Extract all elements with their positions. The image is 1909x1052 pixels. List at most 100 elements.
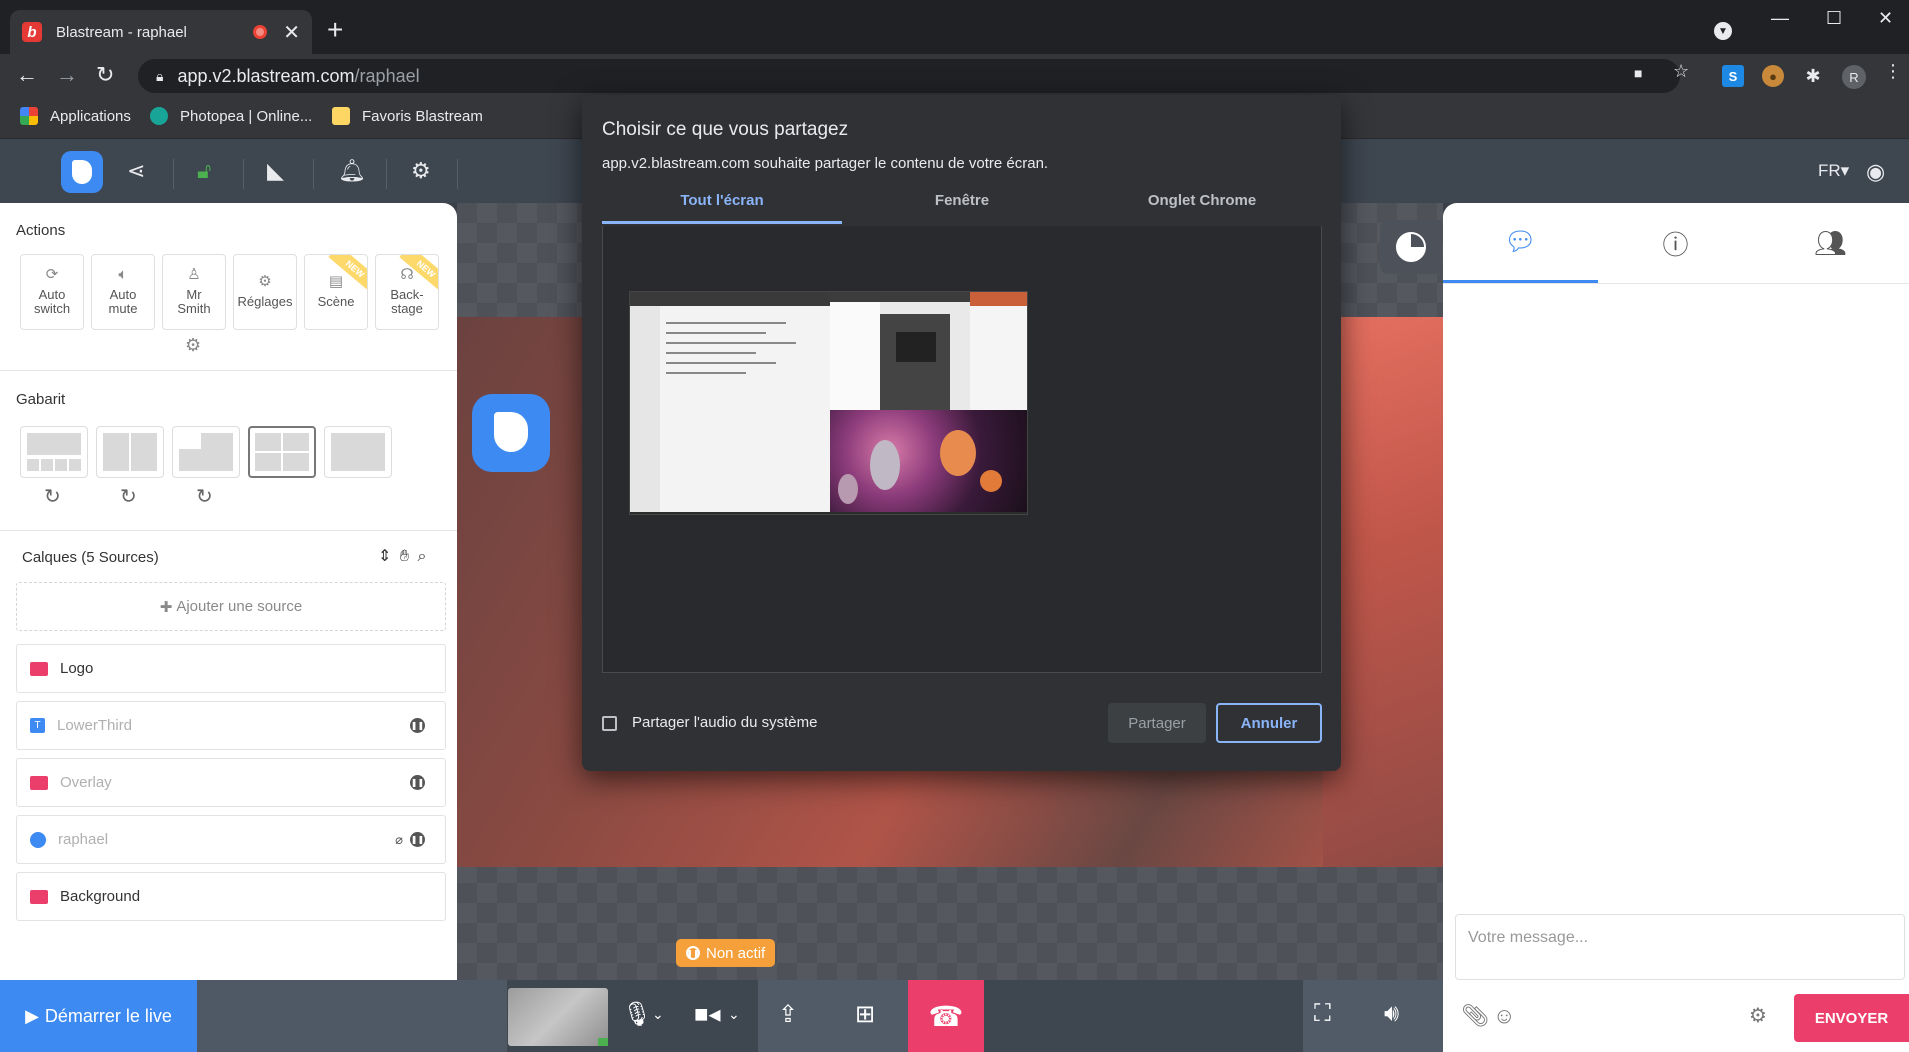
nav-divider bbox=[386, 159, 387, 189]
tab-window[interactable]: Fenêtre bbox=[842, 192, 1082, 224]
add-source-button[interactable]: ✚ Ajouter une source bbox=[16, 582, 446, 631]
rotate-layout-icon[interactable]: ↻ bbox=[120, 484, 137, 509]
pause-icon[interactable]: ❚❚ bbox=[410, 718, 425, 733]
language-selector[interactable]: FR▾ bbox=[1818, 161, 1849, 181]
layer-row-overlay[interactable]: Overlay ❚❚ bbox=[16, 758, 446, 807]
user-account-icon[interactable]: ◉ bbox=[1866, 159, 1885, 185]
stage-logo-overlay bbox=[472, 394, 550, 472]
pause-icon[interactable]: ❚❚ bbox=[410, 832, 425, 847]
cookie-extension-icon[interactable]: ● bbox=[1762, 65, 1784, 87]
tab-entire-screen[interactable]: Tout l'écran bbox=[602, 192, 842, 224]
send-button[interactable]: ENVOYER bbox=[1794, 994, 1909, 1042]
extension-s-icon[interactable]: S bbox=[1722, 65, 1744, 87]
minimize-icon[interactable]: — bbox=[1771, 8, 1789, 29]
extensions-puzzle-icon[interactable]: ✱ bbox=[1802, 65, 1824, 87]
auto-switch-button[interactable]: ⟳ Auto switch bbox=[20, 254, 84, 330]
mr-smith-button[interactable]: ♙ Mr Smith bbox=[162, 254, 226, 330]
layer-name: raphael bbox=[58, 831, 109, 848]
attachment-icon[interactable]: 📎︎ bbox=[1461, 1003, 1489, 1029]
mic-options-chevron-icon[interactable]: ⌄ bbox=[652, 1006, 664, 1023]
menu-kebab-icon[interactable]: ⋮ bbox=[1884, 61, 1902, 82]
actions-settings-gear-icon[interactable]: ⚙ bbox=[185, 335, 201, 356]
tab-chat[interactable]: 💬︎ bbox=[1443, 203, 1598, 283]
share-button[interactable]: Partager bbox=[1108, 703, 1206, 743]
tab-title: Blastream - raphael bbox=[56, 23, 187, 41]
close-tab-icon[interactable]: ✕ bbox=[283, 20, 300, 45]
rotate-layout-icon[interactable]: ↻ bbox=[44, 484, 61, 509]
message-input[interactable]: Votre message... bbox=[1455, 914, 1905, 980]
layout-option-1[interactable] bbox=[20, 426, 88, 478]
fullscreen-icon[interactable]: ⛶ bbox=[1314, 1000, 1331, 1028]
tab-questions[interactable]: ⓘ bbox=[1598, 203, 1753, 283]
back-icon[interactable]: ← bbox=[16, 62, 38, 88]
bookmark-favoris-blastream[interactable]: Favoris Blastream bbox=[332, 107, 483, 125]
layer-row-logo[interactable]: Logo bbox=[16, 644, 446, 693]
unlock-icon[interactable]: 🔓︎ bbox=[197, 158, 211, 184]
left-panel: Actions ⟳ Auto switch 🔈︎ Auto mute ♙ Mr … bbox=[0, 203, 457, 980]
cancel-button[interactable]: Annuler bbox=[1216, 703, 1322, 743]
reload-icon[interactable]: ↻ bbox=[96, 62, 114, 88]
camera-options-chevron-icon[interactable]: ⌄ bbox=[728, 1006, 740, 1023]
tab-participants[interactable]: 👥︎ bbox=[1753, 203, 1908, 283]
camera-in-use-icon[interactable]: ■ bbox=[1634, 65, 1642, 81]
close-window-icon[interactable]: ✕ bbox=[1878, 8, 1893, 29]
chat-settings-gear-icon[interactable]: ⚙ bbox=[1749, 1003, 1767, 1028]
maximize-icon[interactable]: ☐ bbox=[1826, 8, 1842, 29]
sort-icon[interactable]: ⇕ bbox=[378, 548, 391, 565]
tab-chrome-tab[interactable]: Onglet Chrome bbox=[1082, 192, 1322, 224]
scene-button[interactable]: NEW ▤ Scène bbox=[304, 254, 368, 330]
apps-grid-icon bbox=[20, 107, 38, 125]
action-label: Auto mute bbox=[108, 287, 138, 316]
settings-gear-icon[interactable]: ⚙ bbox=[411, 158, 431, 184]
reglages-button[interactable]: ⚙ Réglages bbox=[233, 254, 297, 330]
person-icon: ♙ bbox=[187, 266, 201, 283]
image-layer-icon bbox=[30, 775, 48, 790]
forward-icon[interactable]: → bbox=[56, 62, 78, 88]
bookmark-photopea[interactable]: Photopea | Online... bbox=[150, 107, 312, 125]
rss-icon[interactable]: ◣ bbox=[267, 158, 284, 184]
microphone-icon[interactable]: 🎙︎ bbox=[622, 1000, 652, 1029]
bell-icon[interactable]: 🔔︎ bbox=[338, 158, 366, 184]
share-nodes-icon[interactable]: ⋖ bbox=[127, 158, 145, 184]
screen-share-icon[interactable]: ⇪ bbox=[778, 1000, 798, 1029]
new-tab-icon[interactable]: + bbox=[327, 14, 343, 46]
layer-row-lowerthird[interactable]: T LowerThird ❚❚ bbox=[16, 701, 446, 750]
blastream-logo-icon[interactable] bbox=[61, 151, 103, 193]
layout-title: Gabarit bbox=[16, 391, 66, 408]
layout-option-2[interactable] bbox=[96, 426, 164, 478]
layer-row-raphael[interactable]: raphael ⌀ ❚❚ bbox=[16, 815, 446, 864]
camera-icon[interactable]: ■◂ bbox=[694, 1000, 721, 1029]
profile-avatar[interactable]: R bbox=[1842, 65, 1866, 89]
image-layer-icon bbox=[30, 661, 48, 676]
add-file-icon[interactable]: ⊞ bbox=[855, 1000, 875, 1029]
hangup-button[interactable]: ☎ bbox=[908, 980, 984, 1052]
question-bubble-icon: ⓘ bbox=[1662, 229, 1689, 260]
self-camera-thumbnail[interactable] bbox=[508, 988, 608, 1046]
stats-tab[interactable] bbox=[1380, 220, 1442, 274]
layout-option-3[interactable] bbox=[172, 426, 240, 478]
start-live-button[interactable]: ▶ Démarrer le live bbox=[0, 980, 197, 1052]
hand-icon[interactable]: ✋︎ bbox=[400, 548, 409, 565]
browser-tab[interactable]: b Blastream - raphael ✕ bbox=[10, 10, 312, 54]
start-live-label: Démarrer le live bbox=[44, 1005, 172, 1026]
address-bar[interactable]: 🔒︎ app.v2.blastream.com/raphael bbox=[138, 59, 1680, 93]
layout-option-4[interactable] bbox=[248, 426, 316, 478]
rotate-layout-icon[interactable]: ↻ bbox=[196, 484, 213, 509]
bookmark-star-icon[interactable]: ☆ bbox=[1673, 61, 1689, 82]
mic-off-icon[interactable]: ⌀ bbox=[395, 832, 403, 848]
pause-icon[interactable]: ❚❚ bbox=[410, 775, 425, 790]
search-icon[interactable]: ⌕ bbox=[417, 548, 426, 565]
share-audio-checkbox[interactable] bbox=[602, 716, 617, 731]
tab-divider bbox=[1443, 283, 1909, 284]
volume-icon[interactable]: 🔊︎ bbox=[1384, 1000, 1399, 1028]
backstage-button[interactable]: NEW ☊ Back- stage bbox=[375, 254, 439, 330]
tab-search-icon[interactable]: ▼ bbox=[1714, 22, 1732, 40]
section-divider bbox=[0, 370, 457, 371]
bookmark-applications[interactable]: Applications bbox=[20, 107, 131, 125]
screen-thumbnail[interactable] bbox=[629, 291, 1028, 515]
auto-mute-button[interactable]: 🔈︎ Auto mute bbox=[91, 254, 155, 330]
layer-row-background[interactable]: Background bbox=[16, 872, 446, 921]
dialog-subtitle: app.v2.blastream.com souhaite partager l… bbox=[602, 155, 1049, 172]
layout-option-5[interactable] bbox=[324, 426, 392, 478]
emoji-icon[interactable]: ☺ bbox=[1493, 1003, 1515, 1029]
